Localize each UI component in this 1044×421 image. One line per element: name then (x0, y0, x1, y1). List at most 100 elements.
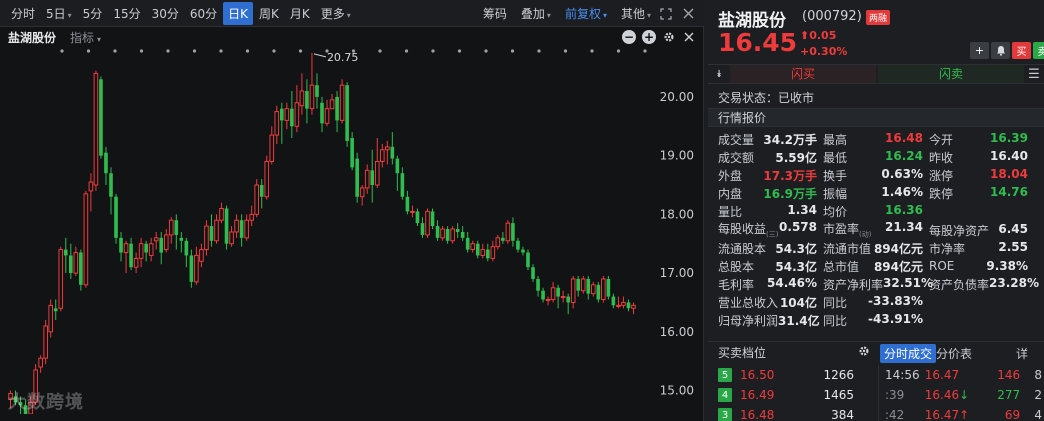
candle-body-down (626, 302, 631, 309)
candle-body-down (99, 79, 103, 156)
quote-label-text: 流通市值 (823, 241, 872, 256)
period-tab[interactable]: 5日 ▾ (41, 2, 77, 25)
other-button[interactable]: 其他 ▾ (621, 5, 651, 22)
chart-stock-name: 盐湖股份 (8, 30, 57, 45)
up-arrow-icon: ↑ (959, 408, 970, 421)
quote-row: 归母净利润 31.4亿 同比 -43.91% (718, 312, 1034, 330)
panel-close-icon[interactable] (682, 30, 696, 44)
candle-body-up (560, 296, 566, 299)
orderbook-row[interactable]: 5 16.50 1266 (718, 365, 876, 385)
chevron-down-icon: ▾ (346, 10, 351, 20)
quote-label: 振幅 (823, 185, 847, 202)
candle-body-up (329, 99, 335, 110)
last-price: 16.45 (718, 28, 798, 57)
quote-label: 换手 (823, 167, 847, 184)
tick-time: :39 (885, 388, 905, 402)
settings-icon[interactable] (662, 30, 676, 44)
quote-cell: 换手 0.63% (823, 167, 929, 184)
candle-body-up (73, 252, 79, 274)
add-watchlist-button[interactable]: + (970, 42, 989, 59)
collapse-icon[interactable]: ⯯ (708, 69, 730, 80)
period-tab[interactable]: 周K (254, 2, 284, 25)
quote-value: 1.46% (881, 185, 923, 200)
tab-tick-trades[interactable]: 分时成交 (880, 344, 937, 363)
tab-detail[interactable]: 详 (1016, 345, 1028, 362)
quote-cell: 跌停 14.76 (929, 185, 1034, 202)
candle-body-down (465, 237, 470, 250)
candle-body-up (385, 146, 390, 151)
close-icon[interactable] (681, 7, 695, 21)
tick-row: 14:56 16.47 146 8 (879, 365, 1042, 385)
tick-volume: 277 (997, 388, 1021, 402)
period-tab[interactable]: 更多 ▾ (316, 2, 356, 25)
menu-icon[interactable]: ☰ (1024, 67, 1044, 82)
candle-body-up (480, 249, 486, 256)
candle-body-down (79, 252, 83, 285)
quote-label-text: 市盈率 (823, 222, 860, 237)
quote-label-text: 总市值 (823, 259, 860, 274)
alert-bell-button[interactable] (991, 42, 1010, 59)
quote-value: 54.46% (767, 276, 817, 291)
period-tab[interactable]: 月K (285, 2, 315, 25)
quote-value: 31.4亿 (778, 314, 820, 329)
tick-volume: 146 (997, 368, 1021, 382)
period-tab[interactable]: 日K (223, 1, 254, 25)
candle-body-down (129, 243, 133, 268)
indicator-legend-strip (0, 414, 704, 421)
quote-cell: 均价 16.36 (823, 203, 929, 220)
quote-label: 最低 (823, 149, 847, 166)
orderbook-settings-icon[interactable] (858, 345, 870, 361)
quote-row: 毛利率 54.46% 资产净利率 32.51% 资产负债率 23.28% (718, 276, 1039, 294)
overlay-button[interactable]: 叠加 ▾ (521, 5, 551, 22)
quote-label-text: 内盘 (718, 187, 743, 202)
candle-body-up (284, 108, 290, 121)
candle-body-up (199, 249, 204, 262)
event-marker-dot (537, 49, 541, 53)
candle-body-up (93, 72, 99, 186)
candle-body-down (455, 229, 460, 232)
quote-row: 外盘 17.3万手 换手 0.63% 涨停 18.04 (718, 166, 1034, 184)
candle-body-down (290, 108, 294, 127)
sell-button[interactable]: 卖 (1033, 42, 1044, 59)
header-actions: + 买 卖 (968, 42, 1044, 59)
indicator-dropdown[interactable]: 指标 ▾ (70, 29, 101, 46)
candle-body-up (505, 222, 511, 242)
fullscreen-icon[interactable] (659, 7, 673, 21)
watermark-text: 大数跨境 (8, 392, 84, 413)
candle-body-up (621, 301, 626, 306)
period-tab[interactable]: 分时 (6, 2, 40, 25)
quote-row: 内盘 16.9万手 振幅 1.46% 跌停 14.76 (718, 185, 1034, 203)
chevron-down-icon: ▾ (67, 10, 72, 20)
orderbook-row[interactable]: 4 16.49 1465 (718, 385, 876, 405)
zoom-out-icon[interactable]: − (622, 30, 636, 44)
orderbook-row[interactable]: 3 16.48 384 (718, 405, 876, 421)
buy-button[interactable]: 买 (1012, 42, 1031, 59)
period-tab-label: 5日 (46, 6, 66, 21)
quote-label: 每股净资产 (929, 222, 989, 239)
candle-body-down (114, 196, 118, 238)
period-tab[interactable]: 15分 (108, 2, 145, 25)
ask-price: 16.48 (740, 408, 775, 421)
adjust-button[interactable]: 前复权 ▾ (565, 5, 607, 22)
zoom-in-icon[interactable]: + (642, 30, 656, 44)
period-tab[interactable]: 30分 (147, 2, 184, 25)
max-price-label: 20.75 (327, 51, 359, 64)
candlestick-chart[interactable]: 20.00 19.00 18.00 17.00 16.00 15.00 20.75 (0, 47, 703, 414)
quote-cell: 量比 1.34 (718, 203, 823, 220)
quote-value: 54.3亿 (775, 259, 817, 274)
quote-row: 量比 1.34 均价 16.36 (718, 203, 1034, 221)
quote-value: 894亿元 (873, 259, 923, 274)
candle-body-up (601, 278, 606, 300)
chip-button[interactable]: 筹码 (483, 5, 507, 22)
period-tab[interactable]: 60分 (185, 2, 222, 25)
quote-label: 涨停 (929, 167, 953, 184)
ask-level-badge: 4 (718, 388, 732, 402)
event-marker-dot (643, 49, 647, 53)
flash-buy-button[interactable]: 闪买 (730, 65, 876, 83)
period-tab[interactable]: 5分 (78, 2, 108, 25)
tab-price-table[interactable]: 分价表 (936, 345, 972, 362)
quote-value: 18.04 (990, 166, 1028, 181)
candle-body-up (299, 90, 305, 107)
flash-sell-button[interactable]: 闪卖 (878, 65, 1024, 83)
quote-label-text: 最低 (823, 150, 848, 165)
